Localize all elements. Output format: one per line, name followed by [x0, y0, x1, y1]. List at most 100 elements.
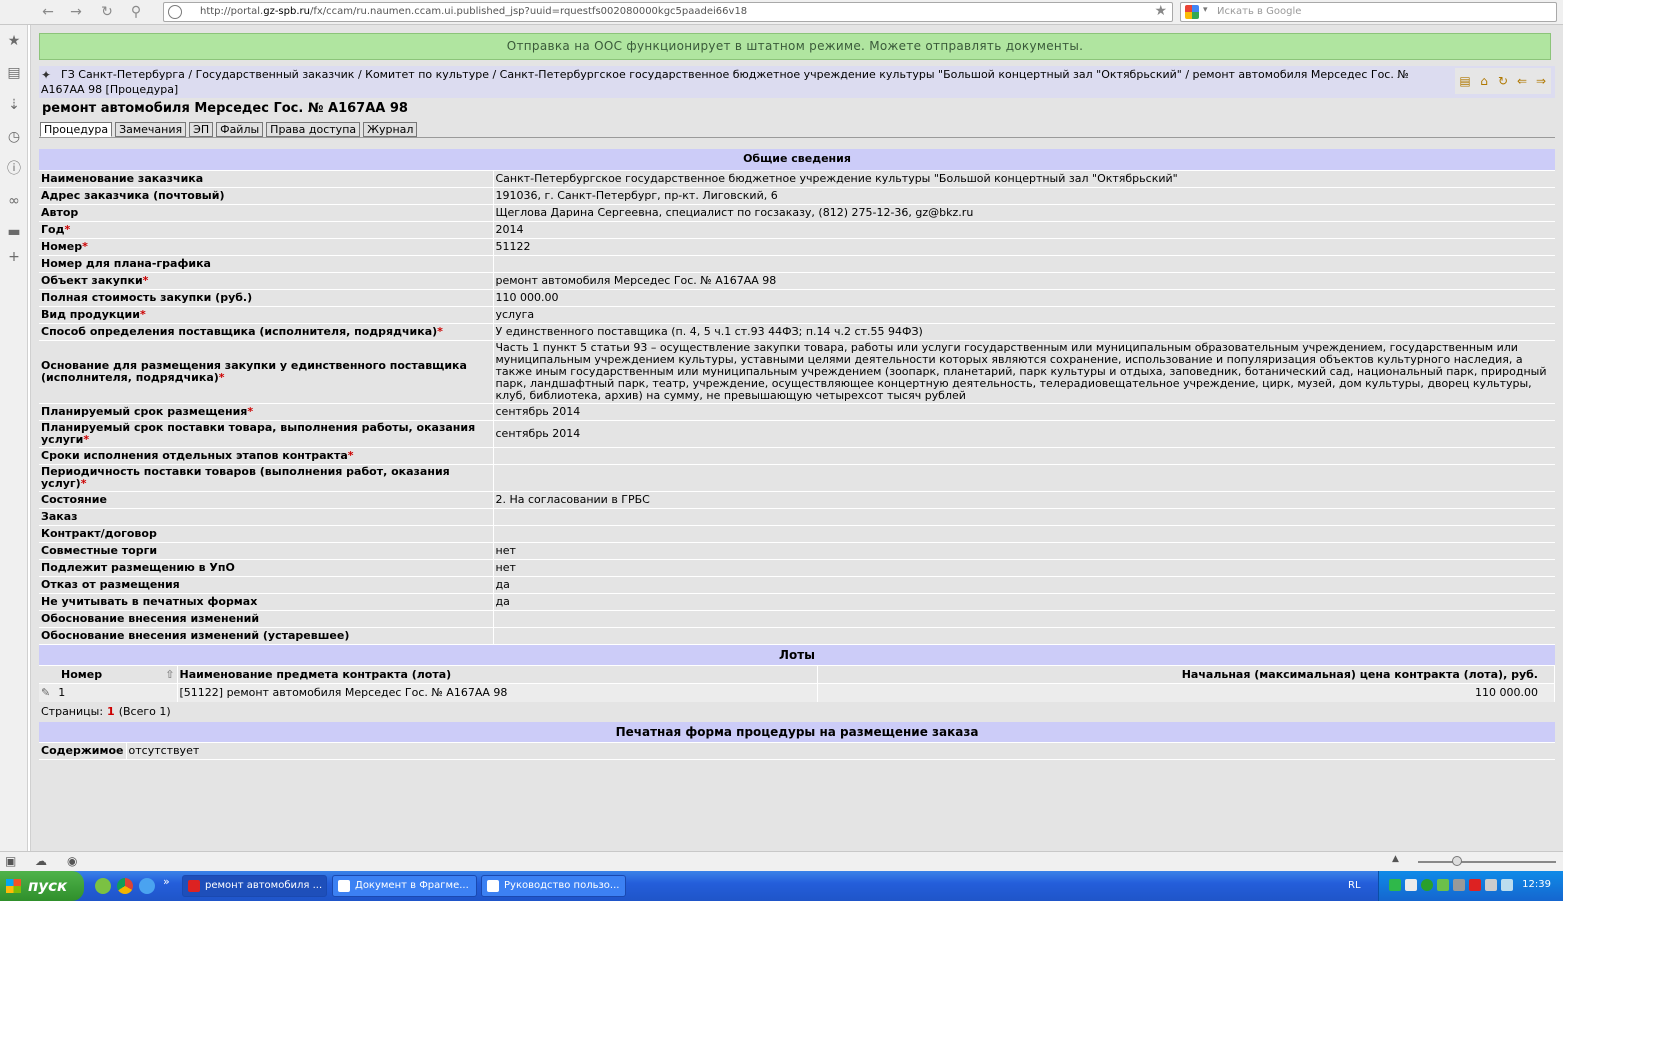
panel-toggle-icon[interactable]: ▣ [5, 854, 16, 868]
ie-icon[interactable] [139, 878, 155, 894]
history-clock-icon[interactable]: ◷ [5, 128, 23, 146]
task-opera[interactable]: ремонт автомобиля ... [182, 875, 327, 897]
arrow-left-icon[interactable]: ⇐ [1514, 74, 1530, 88]
tab-procedure[interactable]: Процедура [40, 122, 113, 137]
field-label: Основание для размещения закупки у единс… [39, 340, 494, 404]
section-heading-lots: Лоты [39, 644, 1555, 666]
field-value [493, 447, 1555, 465]
table-row: Планируемый срок поставки товара, выполн… [39, 420, 1555, 448]
link-icon[interactable]: ∞ [5, 192, 23, 210]
sort-arrow-icon[interactable]: ⇧ [165, 668, 174, 681]
speed-dial-icon[interactable]: ◉ [67, 854, 77, 868]
volume-icon[interactable] [1485, 879, 1497, 891]
table-row: Объект закупки* ремонт автомобиля Мерседе… [39, 272, 1555, 290]
language-indicator[interactable]: RL [1348, 880, 1361, 891]
reload-icon[interactable]: ↻ [97, 3, 117, 21]
table-row: Контракт/договор [39, 525, 1555, 543]
lots-col-name[interactable]: Наименование предмета контракта (лота) [177, 665, 818, 684]
search-bar[interactable]: ▾ Искать в Google [1180, 2, 1557, 22]
tab-remarks[interactable]: Замечания [115, 122, 187, 137]
table-row: Отказ от размещения да [39, 576, 1555, 594]
triangle-up-icon[interactable]: ▲ [1392, 854, 1399, 864]
home-icon[interactable]: ⌂ [1476, 74, 1492, 88]
field-label: Номер* [39, 238, 494, 256]
cloud-icon[interactable]: ☁ [35, 854, 47, 868]
chrome-icon[interactable] [117, 878, 133, 894]
chevron-right-icon[interactable]: » [163, 875, 170, 888]
task-document[interactable]: Документ в Фрагме... [332, 875, 477, 897]
field-label: Обоснование внесения изменений (устаревш… [39, 627, 494, 645]
field-value: нет [493, 542, 1555, 560]
table-row: Номер* 51122 [39, 238, 1555, 256]
section-heading-general: Общие сведения [39, 149, 1555, 171]
field-value: да [493, 593, 1555, 611]
field-value: Санкт-Петербургское государственное бюдж… [493, 170, 1555, 188]
tray-app-icon[interactable] [1453, 879, 1465, 891]
start-button[interactable]: пуск [0, 871, 84, 901]
field-value: сентябрь 2014 [493, 420, 1555, 448]
breadcrumb[interactable]: ГЗ Санкт-Петербурга / Государственный за… [41, 67, 1447, 97]
tray-app-icon[interactable] [1469, 879, 1481, 891]
table-row: Обоснование внесения изменений [39, 610, 1555, 628]
table-row: Основание для размещения закупки у единс… [39, 340, 1555, 404]
page-content: Отправка на ООС функционирует в штатном … [30, 25, 1563, 851]
quicklaunch-icon[interactable] [95, 878, 111, 894]
lot-name: [51122] ремонт автомобиля Мерседес Гос. … [177, 683, 818, 702]
field-label: Планируемый срок поставки товара, выполн… [39, 420, 494, 448]
network-icon[interactable] [1501, 879, 1513, 891]
page-link-1[interactable]: 1 [107, 705, 115, 718]
field-value: нет [493, 559, 1555, 577]
star-icon[interactable]: ★ [5, 32, 23, 50]
task-manual[interactable]: Руководство пользо... [481, 875, 626, 897]
field-value [493, 525, 1555, 543]
field-label: Объект закупки* [39, 272, 494, 290]
zoom-slider[interactable] [1418, 856, 1556, 866]
lots-col-number[interactable]: Номер ⇧ [39, 665, 178, 684]
field-value [493, 464, 1555, 492]
folder-icon[interactable]: ▤ [1457, 74, 1473, 88]
print-form-value: отсутствует [126, 742, 1555, 760]
chevron-down-icon[interactable]: ▾ [1203, 5, 1208, 15]
tab-files[interactable]: Файлы [216, 122, 264, 137]
pages-total: (Всего 1) [118, 704, 171, 718]
table-row: Полная стоимость закупки (руб.) 110 000.0… [39, 289, 1555, 307]
tray-app-icon[interactable] [1389, 879, 1401, 891]
edit-icon[interactable]: ✎ [41, 686, 50, 699]
table-row[interactable]: ✎ 1 [51122] ремонт автомобиля Мерседес Го… [39, 683, 1555, 702]
tab-signature[interactable]: ЭП [189, 122, 214, 137]
table-row: Совместные торги нет [39, 542, 1555, 560]
field-label: Номер для плана-графика [39, 255, 494, 273]
refresh-icon[interactable]: ↻ [1495, 74, 1511, 88]
field-label: Совместные торги [39, 542, 494, 560]
field-value: 51122 [493, 238, 1555, 256]
table-row: Вид продукции* услуга [39, 306, 1555, 324]
tab-journal[interactable]: Журнал [363, 122, 418, 137]
field-value: ремонт автомобиля Мерседес Гос. № А167АА… [493, 272, 1555, 290]
info-icon[interactable]: ⓘ [5, 160, 23, 178]
field-value: 2. На согласовании в ГРБС [493, 491, 1555, 509]
required-asterisk: * [247, 404, 254, 418]
field-value: услуга [493, 306, 1555, 324]
tab-access-rights[interactable]: Права доступа [266, 122, 361, 137]
tray-app-icon[interactable] [1421, 879, 1433, 891]
tray-app-icon[interactable] [1437, 879, 1449, 891]
lots-col-price[interactable]: Начальная (максимальная) цена контракта … [817, 665, 1555, 684]
zoom-knob[interactable] [1452, 856, 1462, 866]
required-asterisk: * [64, 222, 71, 236]
field-label: Контракт/договор [39, 525, 494, 543]
address-bar[interactable]: http://portal.gz-spb.ru/fx/ccam/ru.naume… [163, 2, 1173, 22]
add-icon[interactable]: + [5, 248, 23, 266]
arrow-right-icon[interactable]: ⇒ [1533, 74, 1549, 88]
field-label: Периодичность поставки товаров (выполнен… [39, 464, 494, 492]
key-icon[interactable]: ⚲ [126, 3, 146, 21]
required-asterisk: * [347, 448, 354, 462]
panel-icon[interactable]: ▬ [5, 223, 23, 241]
table-row: Адрес заказчика (почтовый) 191036, г. Сан… [39, 187, 1555, 205]
bookmark-star-icon[interactable]: ★ [1154, 3, 1167, 19]
windows-flag-icon [6, 879, 21, 893]
download-icon[interactable]: ⇣ [5, 96, 23, 114]
notes-icon[interactable]: ▤ [5, 64, 23, 82]
forward-arrow-icon[interactable]: → [66, 3, 86, 21]
tray-app-icon[interactable] [1405, 879, 1417, 891]
back-arrow-icon[interactable]: ← [38, 3, 58, 21]
